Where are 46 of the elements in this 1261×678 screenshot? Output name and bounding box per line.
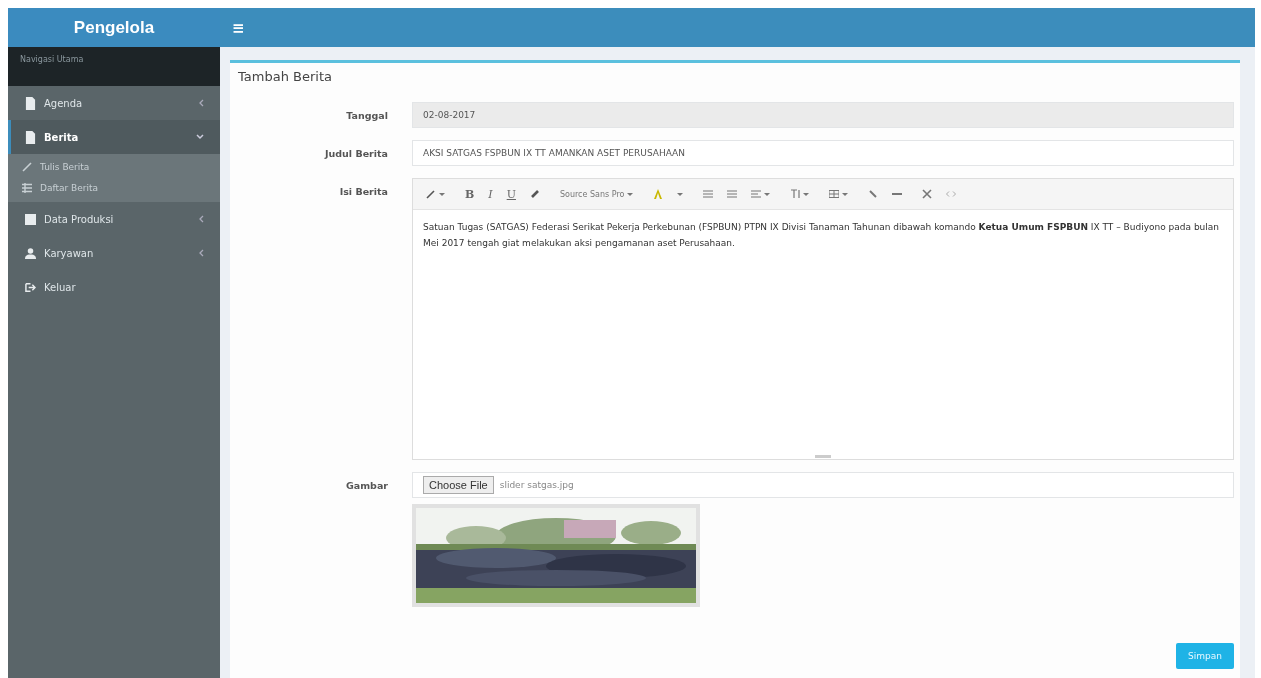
list-icon xyxy=(22,182,32,193)
field-label: Judul Berita xyxy=(323,147,389,161)
submenu-item[interactable]: Daftar Berita xyxy=(8,177,220,198)
format-button[interactable]: I xyxy=(481,183,500,205)
article-text: Satuan Tugas (SATGAS) Federasi Serikat Pekerja Perkebunan (FSPBUN) PTPN IX Divisi Tanaman Tahunan dibawah komando Ketua Umum FSPBUN IX TT – Budiyono pada bulan Mei 2017 tengah giat melakukan aksi pengamanan aset Perusahaan. xyxy=(423,221,1221,250)
section-title: Navigasi Utama xyxy=(8,47,220,86)
sidebar-item[interactable]: Agenda xyxy=(8,86,220,120)
user-icon xyxy=(25,247,36,259)
nav-label: Karyawan xyxy=(44,247,95,259)
text-height-icon xyxy=(790,189,801,199)
format-button[interactable]: B xyxy=(458,183,482,205)
submenu-item[interactable]: Tulis Berita xyxy=(8,156,220,177)
date-field: 02-08-2017 xyxy=(412,102,1234,128)
choose-file-button[interactable]: Choose File xyxy=(423,476,494,494)
align-icon xyxy=(751,190,762,198)
nav-label: Agenda xyxy=(44,97,84,109)
field-label: Tanggal xyxy=(345,109,389,123)
document-icon xyxy=(25,96,36,110)
sidebar-item[interactable]: Keluar xyxy=(8,270,220,304)
sidebar-item[interactable]: Berita xyxy=(8,120,220,154)
pencil-icon xyxy=(22,161,32,172)
table-icon xyxy=(25,213,36,225)
sign-out-icon xyxy=(25,281,36,293)
list-icon xyxy=(727,190,738,198)
minus-icon xyxy=(892,192,903,196)
document-icon xyxy=(25,130,36,144)
sidebar-item[interactable]: Data Produksi xyxy=(8,202,220,236)
menu-button[interactable]: ≡ xyxy=(232,18,245,37)
font-dropdown[interactable]: Source Sans Pro xyxy=(552,183,641,205)
file-field[interactable]: Choose File slider satgas.jpg xyxy=(412,472,1234,498)
brand-title: Pengelola xyxy=(8,8,220,47)
field-label: Isi Berita xyxy=(338,185,389,199)
sidebar-item[interactable]: Karyawan xyxy=(8,236,220,270)
title-field[interactable]: AKSI SATGAS FSPBUN IX TT AMANKAN ASET PERUSAHAAN xyxy=(412,140,1234,166)
nav-label: Berita xyxy=(44,131,80,143)
submenu-label: Tulis Berita xyxy=(40,161,90,172)
form-title: Tambah Berita xyxy=(238,69,333,84)
nav-label: Keluar xyxy=(44,281,77,293)
list-icon xyxy=(703,190,714,198)
table-icon xyxy=(829,190,840,198)
code-icon xyxy=(946,191,957,197)
nav-label: Data Produksi xyxy=(44,213,115,225)
field-label: Gambar xyxy=(345,479,389,493)
format-button[interactable]: U xyxy=(499,183,523,205)
submenu-label: Daftar Berita xyxy=(40,182,99,193)
resize-handle[interactable] xyxy=(815,455,831,458)
